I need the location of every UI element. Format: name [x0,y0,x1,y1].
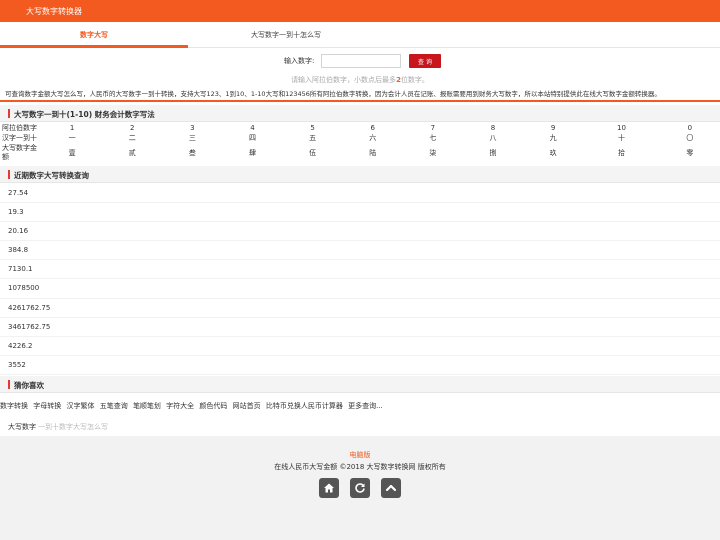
table-cell: 0 [687,124,693,132]
back-to-top-icon [385,484,397,492]
section-title: 大写数字一到十(1-10) 财务会计数字写法 [14,110,155,119]
active-tab-indicator [0,45,188,48]
table-cell: 一 [68,134,76,142]
recent-query-list: 27.54 19.3 20.16 384.8 7130.1 1078500 42… [0,184,720,375]
breadcrumb: 大写数字 一到十数字大写怎么写 [8,422,108,432]
link-home[interactable]: 网站首页 [233,402,261,410]
link-more[interactable]: 更多查询... [348,402,383,410]
section-header-one-to-ten: 大写数字一到十(1-10) 财务会计数字写法 [0,105,720,122]
link-letter-convert[interactable]: 字母转换 [33,402,61,410]
table-cell: 捌 [489,149,497,157]
section-header-recent: 近期数字大写转换查询 [0,166,720,183]
home-button[interactable] [319,478,339,498]
section-marker [8,109,10,118]
table-cell: 叁 [188,149,196,157]
hint-text-after: 位数字。 [400,76,429,84]
number-table: 阿拉伯数字 1 2 3 4 5 6 7 8 9 10 0 汉字一到十 一 二 三… [0,123,720,163]
table-row: 大写数字金额 壹 贰 叁 肆 伍 陆 柒 捌 玖 拾 零 [0,143,720,163]
table-cell: 1 [69,124,75,132]
copyright-text: 在线人民币大写金额 ©2018 大写数字转换网 版权所有 [274,463,446,471]
table-cell: 零 [686,149,694,157]
section-title: 猜你喜欢 [14,381,44,390]
table-cell: 二 [128,134,136,142]
table-cell: 柒 [429,149,437,157]
table-cell: 八 [489,134,497,142]
section-header-recommend: 猜你喜欢 [0,376,720,393]
table-cell: 8 [490,124,496,132]
recent-query-item[interactable]: 1078500 [0,279,720,299]
link-wubi-lookup[interactable]: 五笔查询 [100,402,128,410]
recommend-links: 数字转换 字母转换 汉字繁体 五笔查询 笔顺笔划 字符大全 颜色代码 网站首页 … [0,401,720,411]
back-to-top-button[interactable] [381,478,401,498]
recent-query-item[interactable]: 3461762.75 [0,318,720,337]
recent-query-item[interactable]: 7130.1 [0,260,720,280]
link-btc-cny[interactable]: 比特币兑换人民币计算器 [266,402,343,410]
recent-query-item[interactable]: 19.3 [0,203,720,223]
table-cell: 七 [429,134,437,142]
convert-form: 输入数字: 查 询 [0,54,720,68]
intro-text: 可查询数字金额大写怎么写，人民币的大写数字一到十转换，支持大写123、1到10、… [5,90,661,98]
table-cell: 10 [616,124,626,132]
recent-query-item[interactable]: 3552 [0,356,720,375]
pc-version-link[interactable]: 电脑版 [0,450,720,460]
table-cell: 7 [430,124,436,132]
row-label: 阿拉伯数字 [2,124,37,132]
table-cell: 十 [617,134,625,142]
refresh-button[interactable] [350,478,370,498]
recent-query-item[interactable]: 384.8 [0,241,720,261]
row-label: 汉字一到十 [2,134,37,142]
table-cell: 五 [309,134,317,142]
table-cell: 三 [188,134,196,142]
breadcrumb-home[interactable]: 大写数字 [8,423,36,431]
table-cell: 九 [549,134,557,142]
table-row: 汉字一到十 一 二 三 四 五 六 七 八 九 十 〇 [0,133,720,143]
number-input-label: 输入数字: [284,57,315,65]
table-cell: 四 [248,134,256,142]
table-cell: 壹 [68,149,76,157]
table-row: 阿拉伯数字 1 2 3 4 5 6 7 8 9 10 0 [0,123,720,133]
app-header: 大写数字转换器 [0,0,720,22]
link-color-codes[interactable]: 颜色代码 [199,402,227,410]
table-cell: 肆 [248,149,256,157]
divider [0,100,720,102]
link-number-convert[interactable]: 数字转换 [0,402,28,410]
table-cell: 5 [310,124,315,132]
tab-one-to-ten[interactable]: 大写数字一到十怎么写 [188,24,384,48]
table-cell: 4 [250,124,255,132]
link-symbols[interactable]: 字符大全 [166,402,194,410]
recent-query-item[interactable]: 4261762.75 [0,299,720,318]
table-cell: 拾 [617,149,625,157]
app-title: 大写数字转换器 [26,7,82,16]
table-cell: 陆 [369,149,377,157]
table-cell: 9 [550,124,556,132]
query-button[interactable]: 查 询 [409,54,441,68]
number-input[interactable] [321,54,401,68]
recent-query-item[interactable]: 27.54 [0,184,720,204]
table-cell: 3 [190,124,195,132]
link-traditional-chinese[interactable]: 汉字繁体 [66,402,94,410]
input-hint: 请输入阿拉伯数字，小数点后最多2位数字。 [0,75,720,85]
section-title: 近期数字大写转换查询 [14,171,89,180]
hint-text-before: 请输入阿拉伯数字，小数点后最多 [291,76,397,84]
table-cell: 玖 [549,149,557,157]
table-cell: 2 [129,124,135,132]
table-cell: 伍 [309,149,317,157]
table-cell: 〇 [686,134,694,142]
table-cell: 6 [370,124,375,132]
section-marker [8,380,10,389]
recent-query-item[interactable]: 20.16 [0,222,720,242]
footer: 电脑版 在线人民币大写金额 ©2018 大写数字转换网 版权所有 [0,436,720,540]
table-cell: 六 [369,134,377,142]
row-label: 大写数字金额 [2,144,37,161]
home-icon [324,483,334,493]
breadcrumb-current[interactable]: 一到十数字大写怎么写 [38,423,108,431]
section-marker [8,170,10,179]
refresh-icon [355,483,365,493]
recent-query-item[interactable]: 4226.2 [0,337,720,356]
link-stroke-order[interactable]: 笔顺笔划 [133,402,161,410]
table-cell: 贰 [128,149,136,157]
